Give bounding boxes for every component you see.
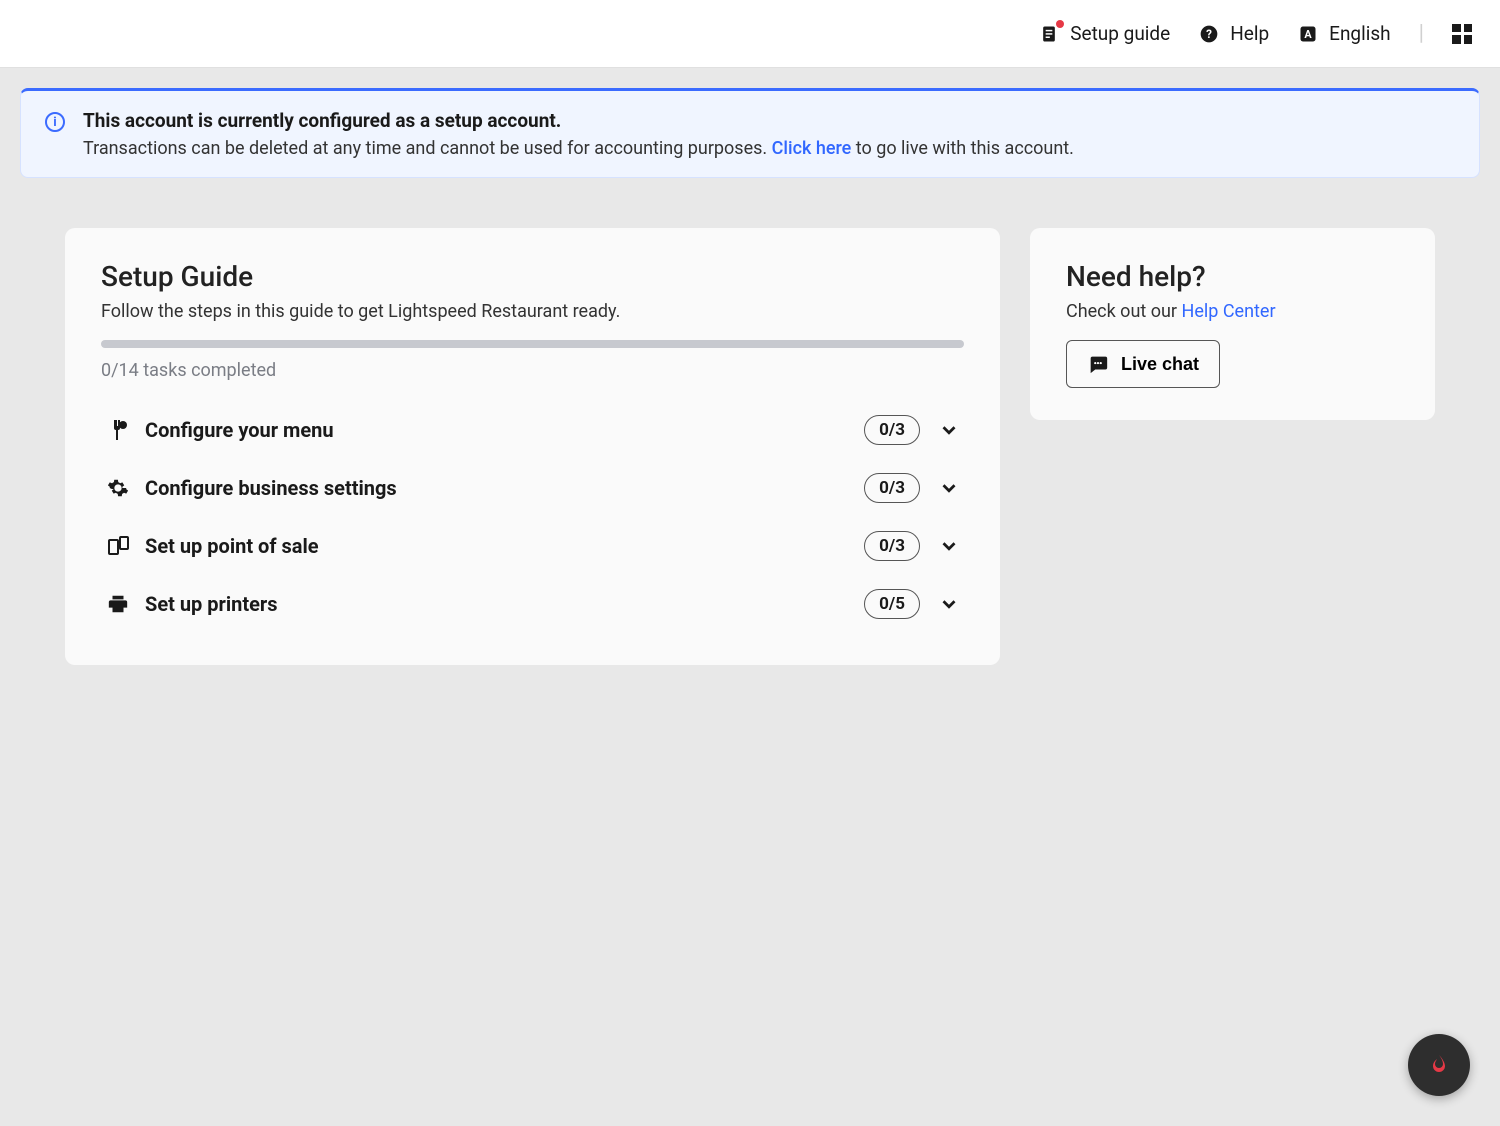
task-count-badge: 0/3 xyxy=(864,531,920,561)
task-label: Set up point of sale xyxy=(145,534,864,558)
alert-text-after: to go live with this account. xyxy=(851,138,1074,159)
alert-title: This account is currently configured as … xyxy=(83,109,1074,132)
alert-text: Transactions can be deleted at any time … xyxy=(83,138,1074,159)
language-label: English xyxy=(1329,22,1390,45)
help-text-before: Check out our xyxy=(1066,301,1181,322)
flame-icon xyxy=(1427,1053,1451,1077)
go-live-link[interactable]: Click here xyxy=(772,138,852,159)
language-icon: A xyxy=(1297,23,1319,45)
chevron-down-icon xyxy=(938,419,960,441)
help-label: Help xyxy=(1230,22,1269,45)
top-navigation: Setup guide ? Help A English | xyxy=(0,0,1500,68)
svg-text:?: ? xyxy=(1206,27,1212,41)
help-icon: ? xyxy=(1198,23,1220,45)
need-help-text: Check out our Help Center xyxy=(1066,301,1399,322)
chevron-down-icon xyxy=(938,593,960,615)
task-business-settings[interactable]: Configure business settings 0/3 xyxy=(101,459,964,517)
progress-text: 0/14 tasks completed xyxy=(101,360,964,381)
clipboard-icon xyxy=(1038,23,1060,45)
task-printers[interactable]: Set up printers 0/5 xyxy=(101,575,964,633)
setup-guide-card: Setup Guide Follow the steps in this gui… xyxy=(65,228,1000,665)
need-help-title: Need help? xyxy=(1066,260,1399,293)
devices-icon xyxy=(105,533,131,559)
setup-guide-label: Setup guide xyxy=(1070,22,1170,45)
help-center-link[interactable]: Help Center xyxy=(1181,301,1275,322)
setup-guide-title: Setup Guide xyxy=(101,260,964,293)
task-label: Configure business settings xyxy=(145,476,864,500)
task-label: Configure your menu xyxy=(145,418,864,442)
flame-fab[interactable] xyxy=(1408,1034,1470,1096)
live-chat-label: Live chat xyxy=(1121,354,1199,375)
gear-icon xyxy=(105,475,131,501)
task-count-badge: 0/5 xyxy=(864,589,920,619)
chat-icon xyxy=(1087,353,1109,375)
setup-account-alert: i This account is currently configured a… xyxy=(20,88,1480,178)
svg-text:A: A xyxy=(1305,28,1313,41)
need-help-card: Need help? Check out our Help Center Liv… xyxy=(1030,228,1435,420)
alert-text-before: Transactions can be deleted at any time … xyxy=(83,138,772,159)
apps-button[interactable] xyxy=(1452,24,1472,44)
task-point-of-sale[interactable]: Set up point of sale 0/3 xyxy=(101,517,964,575)
chevron-down-icon xyxy=(938,477,960,499)
chevron-down-icon xyxy=(938,535,960,557)
task-configure-menu[interactable]: Configure your menu 0/3 xyxy=(101,401,964,459)
setup-guide-link[interactable]: Setup guide xyxy=(1038,22,1170,45)
page-content: i This account is currently configured a… xyxy=(0,68,1500,685)
help-link[interactable]: ? Help xyxy=(1198,22,1269,45)
live-chat-button[interactable]: Live chat xyxy=(1066,340,1220,388)
progress-bar xyxy=(101,340,964,348)
info-icon: i xyxy=(45,112,65,132)
setup-guide-subtitle: Follow the steps in this guide to get Li… xyxy=(101,301,964,322)
task-count-badge: 0/3 xyxy=(864,473,920,503)
restaurant-icon xyxy=(105,417,131,443)
divider: | xyxy=(1419,21,1424,46)
language-switcher[interactable]: A English xyxy=(1297,22,1390,45)
apps-grid-icon xyxy=(1452,24,1472,44)
task-count-badge: 0/3 xyxy=(864,415,920,445)
printer-icon xyxy=(105,591,131,617)
task-label: Set up printers xyxy=(145,592,864,616)
